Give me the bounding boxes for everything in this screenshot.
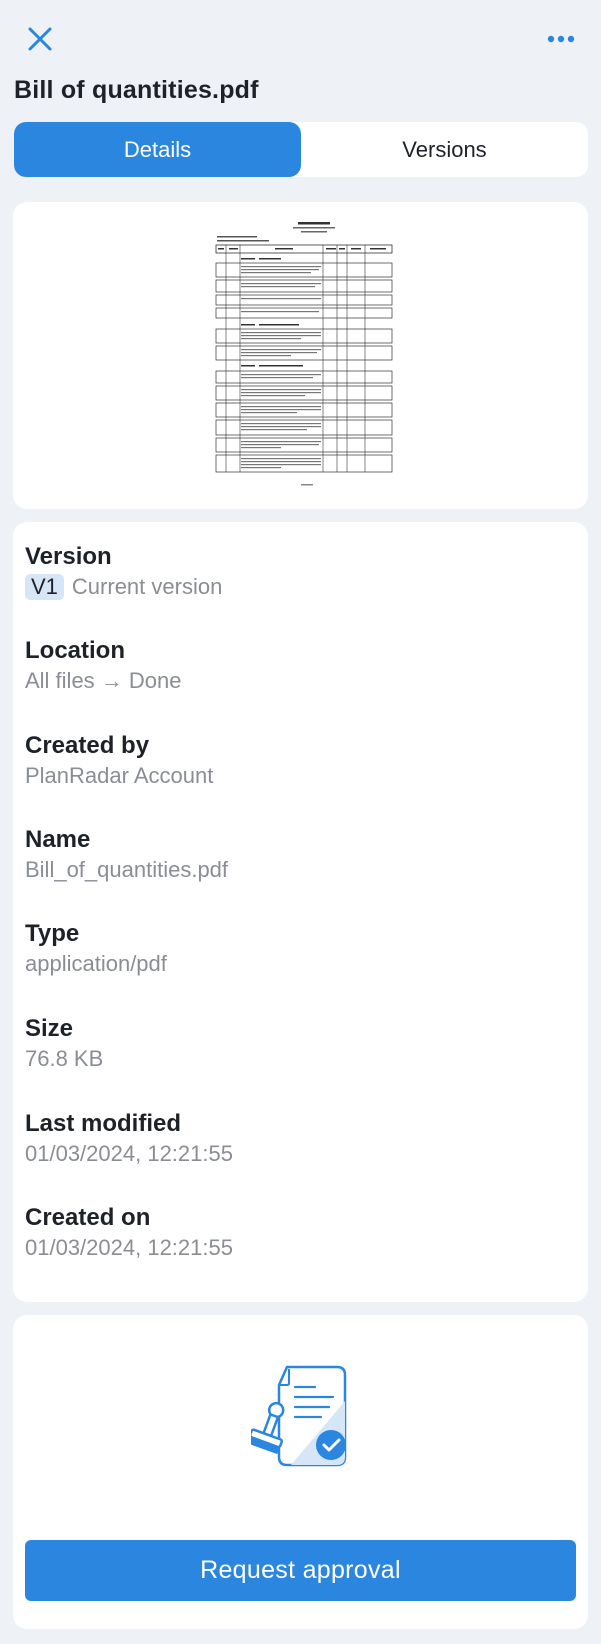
version-field: Version V1 Current version — [25, 542, 576, 602]
location-label: Location — [25, 637, 125, 664]
file-details-screen: Bill of quantities.pdf Details Versions — [0, 0, 601, 1644]
location-field: Location All files → Done — [25, 636, 576, 696]
pdf-preview-thumbnail — [215, 218, 413, 492]
type-label: Type — [25, 920, 80, 947]
segmented-tabs: Details Versions — [14, 122, 588, 177]
tab-details[interactable]: Details — [14, 122, 301, 177]
file-preview-card[interactable] — [13, 202, 588, 509]
last-modified-value: 01/03/2024, 12:21:55 — [25, 1141, 233, 1166]
name-field: Name Bill_of_quantities.pdf — [25, 825, 576, 885]
size-field: Size 76.8 KB — [25, 1014, 576, 1074]
created-on-value: 01/03/2024, 12:21:55 — [25, 1235, 233, 1260]
created-on-label: Created on — [25, 1204, 151, 1231]
size-value: 76.8 KB — [25, 1046, 104, 1071]
created-on-field: Created on 01/03/2024, 12:21:55 — [25, 1203, 576, 1263]
tab-versions[interactable]: Versions — [301, 122, 588, 177]
size-label: Size — [25, 1015, 74, 1042]
created-by-field: Created by PlanRadar Account — [25, 731, 576, 791]
type-field: Type application/pdf — [25, 919, 576, 979]
document-approval-stamp-icon — [251, 1365, 347, 1467]
last-modified-label: Last modified — [25, 1110, 182, 1137]
created-by-value: PlanRadar Account — [25, 763, 214, 788]
version-label: Version — [25, 543, 112, 570]
last-modified-field: Last modified 01/03/2024, 12:21:55 — [25, 1109, 576, 1169]
type-value: application/pdf — [25, 951, 167, 976]
location-value[interactable]: All files → Done — [25, 666, 576, 696]
top-bar — [18, 18, 583, 60]
name-value: Bill_of_quantities.pdf — [25, 857, 229, 882]
version-value-row: V1 Current version — [25, 572, 576, 602]
created-by-label: Created by — [25, 732, 150, 759]
close-icon[interactable] — [18, 17, 62, 61]
version-value: Current version — [71, 574, 223, 599]
name-label: Name — [25, 826, 91, 853]
file-details-card: Version V1 Current version Location All … — [13, 522, 588, 1302]
approval-card: Request approval — [13, 1315, 588, 1629]
page-title: Bill of quantities.pdf — [14, 76, 259, 104]
more-horizontal-icon[interactable] — [539, 17, 583, 61]
request-approval-button[interactable]: Request approval — [25, 1540, 576, 1601]
version-badge: V1 — [25, 574, 64, 600]
